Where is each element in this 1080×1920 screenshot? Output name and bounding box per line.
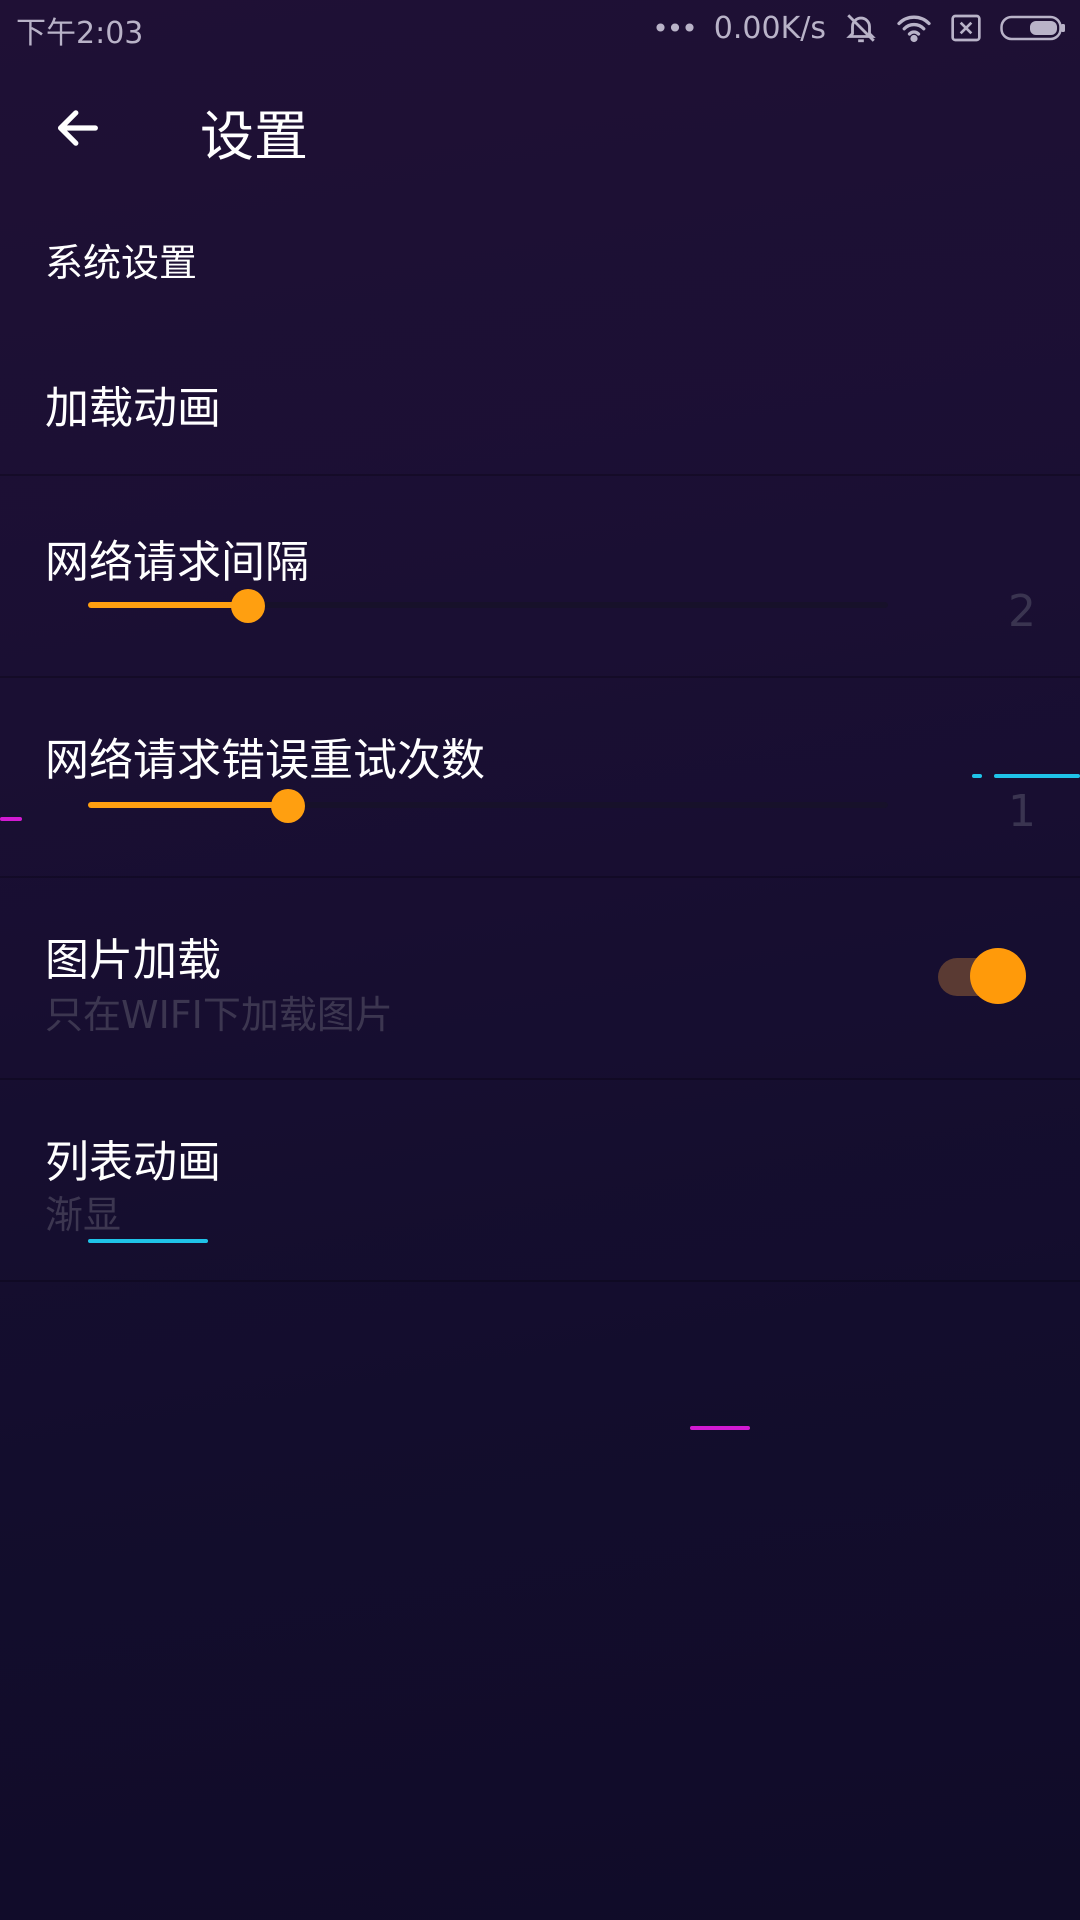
wifi-icon bbox=[896, 13, 932, 43]
slider-thumb[interactable] bbox=[271, 789, 305, 823]
arrow-left-icon bbox=[52, 102, 104, 158]
setting-image-loading[interactable]: 图片加载 只在WIFI下加载图片 bbox=[0, 878, 1080, 1080]
slider-fill bbox=[88, 602, 248, 608]
status-icons: ••• 0.00K/s bbox=[652, 6, 1066, 50]
setting-request-interval: 网络请求间隔 2 bbox=[0, 476, 1080, 678]
slider-thumb[interactable] bbox=[231, 589, 265, 623]
setting-title: 网络请求错误重试次数 bbox=[45, 735, 485, 786]
mute-bell-icon bbox=[844, 11, 878, 45]
back-button[interactable] bbox=[38, 90, 118, 170]
setting-subtitle: 渐显 bbox=[45, 1193, 122, 1237]
setting-subtitle: 只在WIFI下加载图片 bbox=[45, 993, 393, 1037]
decorative-streak bbox=[88, 1239, 208, 1243]
app-bar: 设置 bbox=[0, 70, 1080, 180]
status-bar: 下午2:03 ••• 0.00K/s bbox=[0, 0, 1080, 56]
battery-icon bbox=[1000, 14, 1066, 42]
setting-title: 图片加载 bbox=[45, 935, 221, 986]
slider-fill bbox=[88, 802, 288, 808]
decorative-streak bbox=[972, 774, 982, 778]
slider-value: 1 bbox=[1008, 786, 1036, 837]
sim-x-icon bbox=[950, 13, 982, 43]
setting-title: 加载动画 bbox=[45, 383, 221, 434]
decorative-streak bbox=[994, 774, 1080, 778]
more-dots: ••• bbox=[652, 11, 698, 45]
slider-value: 2 bbox=[1008, 586, 1036, 637]
image-loading-toggle[interactable] bbox=[934, 948, 1026, 1004]
decorative-streak bbox=[0, 817, 22, 821]
network-speed: 0.00K/s bbox=[713, 10, 826, 46]
page-title: 设置 bbox=[200, 105, 308, 168]
toggle-thumb bbox=[970, 948, 1026, 1004]
setting-load-animation[interactable]: 加载动画 bbox=[0, 348, 1080, 476]
status-time: 下午2:03 bbox=[16, 16, 144, 51]
setting-title: 列表动画 bbox=[45, 1137, 221, 1188]
request-interval-slider[interactable] bbox=[88, 585, 888, 625]
setting-retry-count: 网络请求错误重试次数 1 bbox=[0, 678, 1080, 878]
retry-count-slider[interactable] bbox=[88, 785, 888, 825]
section-header: 系统设置 bbox=[45, 241, 198, 285]
setting-title: 网络请求间隔 bbox=[45, 537, 309, 588]
decorative-streak bbox=[690, 1426, 750, 1430]
setting-list-animation[interactable]: 列表动画 渐显 bbox=[0, 1080, 1080, 1282]
